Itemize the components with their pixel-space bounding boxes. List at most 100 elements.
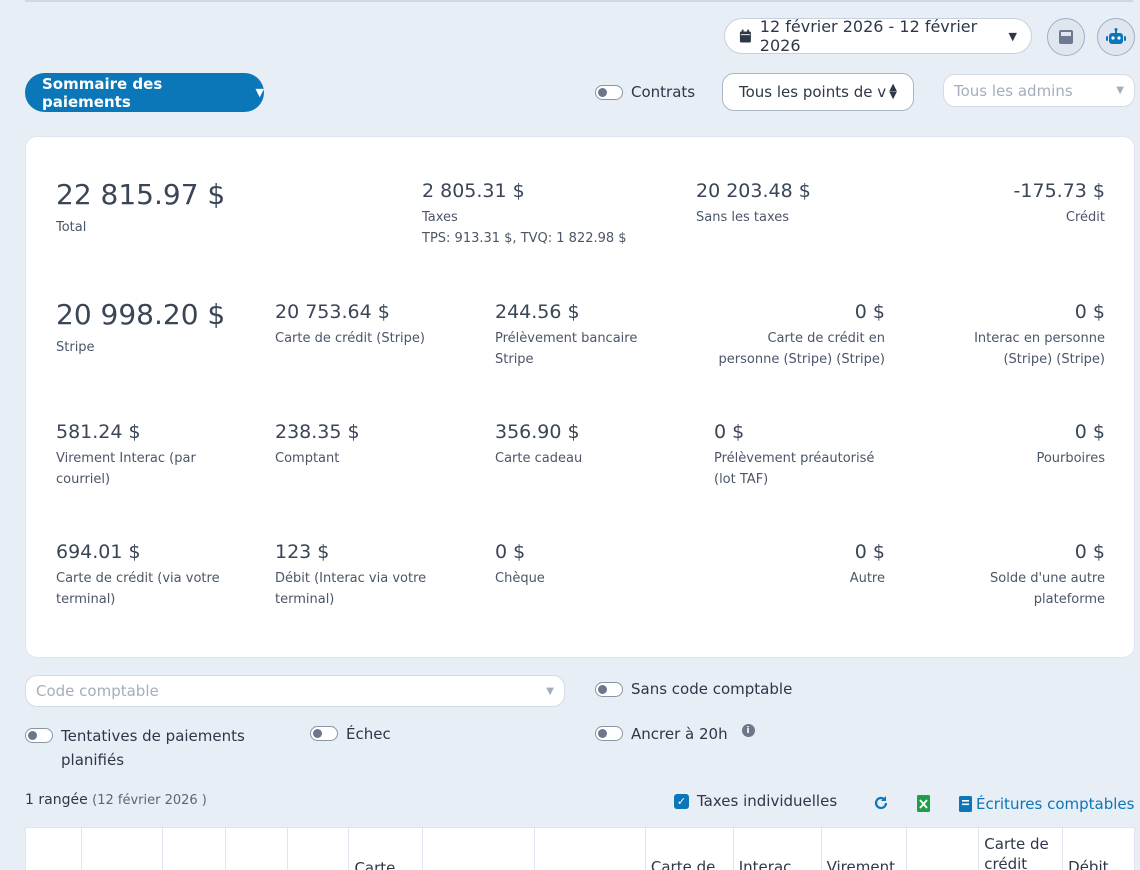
table-header-cell[interactable] bbox=[163, 828, 226, 870]
calendar-icon bbox=[739, 29, 751, 42]
stat-label: Prélèvement préautorisé bbox=[714, 451, 875, 466]
scheduled-attempts-label: Tentatives de paiements planifiés bbox=[61, 724, 245, 772]
individual-taxes-row: ✓ Taxes individuelles bbox=[674, 792, 837, 810]
stat-label: Autre bbox=[849, 571, 885, 586]
accounting-entries-label: Écritures comptables bbox=[976, 795, 1135, 813]
stat-value: 0 $ bbox=[1074, 421, 1105, 443]
individual-taxes-checkbox[interactable]: ✓ bbox=[674, 793, 689, 809]
table-header-cell[interactable] bbox=[82, 828, 163, 870]
accounting-entries-link[interactable]: Écritures comptables bbox=[959, 795, 1134, 813]
stat-interac-in-person: 0 $ Interac en personne (Stripe) (Stripe… bbox=[974, 300, 1105, 370]
stat-label: Carte de crédit en bbox=[767, 331, 885, 346]
anchor-row: Ancrer à 20h i bbox=[595, 724, 755, 744]
export-excel-button[interactable] bbox=[917, 795, 930, 812]
contracts-toggle-row: Contrats bbox=[595, 83, 695, 101]
points-of-sale-value: Tous les points de v bbox=[739, 83, 887, 101]
stat-value: 0 $ bbox=[854, 301, 885, 323]
stat-label: Total bbox=[56, 220, 87, 235]
no-accounting-code-row: Sans code comptable bbox=[595, 680, 792, 698]
accounting-code-select[interactable]: Code comptable ▼ bbox=[25, 675, 565, 707]
chevron-down-icon: ▼ bbox=[1008, 29, 1017, 43]
book-icon bbox=[959, 796, 972, 812]
payments-table-header: Carte Carte de Interac Virement Carte de… bbox=[25, 827, 1135, 870]
stat-stripe-card: 20 753.64 $ Carte de crédit (Stripe) bbox=[275, 300, 425, 349]
scheduled-attempts-line2: planifiés bbox=[61, 751, 125, 769]
stat-label: Solde d'une autre bbox=[990, 571, 1105, 586]
summary-dropdown-button[interactable]: Sommaire des paiements ▼ bbox=[25, 73, 264, 112]
table-header-cell[interactable]: Carte de crédit bbox=[979, 828, 1064, 870]
stat-label: Chèque bbox=[495, 571, 545, 586]
individual-taxes-label: Taxes individuelles bbox=[697, 792, 838, 810]
failed-toggle[interactable] bbox=[310, 726, 338, 741]
table-header-cell[interactable]: Interac bbox=[734, 828, 822, 870]
top-divider bbox=[25, 0, 1133, 2]
stat-value: 238.35 $ bbox=[275, 421, 360, 443]
table-header-cell[interactable]: Débit bbox=[1063, 828, 1134, 870]
stat-label: Pourboires bbox=[1036, 451, 1105, 466]
stat-value: 581.24 $ bbox=[56, 421, 141, 443]
stat-cash: 238.35 $ Comptant bbox=[275, 420, 360, 469]
no-accounting-code-toggle[interactable] bbox=[595, 682, 623, 697]
table-header-cell[interactable] bbox=[423, 828, 536, 870]
stat-value: 0 $ bbox=[854, 541, 885, 563]
scheduled-attempts-row: Tentatives de paiements planifiés bbox=[25, 724, 245, 772]
stat-value: 694.01 $ bbox=[56, 541, 141, 563]
stat-label: Interac en personne bbox=[974, 331, 1105, 346]
table-header-cell[interactable]: Virement bbox=[822, 828, 908, 870]
updown-icon: ▲ ▼ bbox=[889, 82, 897, 101]
stat-label: Carte de crédit (Stripe) bbox=[275, 331, 425, 346]
stat-label: Comptant bbox=[275, 451, 340, 466]
payment-summary-card: 22 815.97 $ Total 2 805.31 $ Taxes TPS: … bbox=[25, 136, 1135, 658]
stat-label-line2: courriel) bbox=[56, 472, 111, 487]
refresh-button[interactable] bbox=[873, 795, 889, 811]
contracts-label: Contrats bbox=[631, 83, 696, 101]
chevron-down-icon: ▼ bbox=[546, 685, 554, 697]
accounting-code-placeholder: Code comptable bbox=[36, 682, 159, 700]
calculator-button[interactable] bbox=[1047, 18, 1085, 56]
stat-value: 22 815.97 $ bbox=[56, 178, 226, 211]
table-header-cell[interactable] bbox=[535, 828, 646, 870]
anchor-toggle[interactable] bbox=[595, 726, 623, 741]
stat-other-platform: 0 $ Solde d'une autre plateforme bbox=[990, 540, 1105, 610]
stat-value: 20 753.64 $ bbox=[275, 301, 390, 323]
points-of-sale-select[interactable]: Tous les points de v ▲ ▼ bbox=[722, 73, 914, 111]
scheduled-attempts-toggle[interactable] bbox=[25, 728, 53, 743]
table-header-cell[interactable]: Carte de bbox=[646, 828, 734, 870]
stat-stripe-debit: 244.56 $ Prélèvement bancaire Stripe bbox=[495, 300, 637, 370]
excel-icon bbox=[917, 795, 930, 812]
admins-select[interactable]: Tous les admins ▼ bbox=[943, 74, 1135, 107]
stat-label-line2: Stripe bbox=[495, 352, 534, 367]
stat-label-line2: terminal) bbox=[275, 592, 335, 607]
stat-label: Prélèvement bancaire bbox=[495, 331, 638, 346]
stat-label: Crédit bbox=[1065, 210, 1105, 225]
scheduled-attempts-line1: Tentatives de paiements bbox=[61, 727, 245, 745]
stat-label: Sans les taxes bbox=[696, 210, 790, 225]
stat-value: 20 203.48 $ bbox=[696, 180, 811, 202]
table-header-cell[interactable] bbox=[26, 828, 82, 870]
date-range-picker[interactable]: 12 février 2026 - 12 février 2026 ▼ bbox=[724, 17, 1032, 55]
stat-other: 0 $ Autre bbox=[850, 540, 885, 589]
table-header-cell[interactable]: Carte bbox=[349, 828, 424, 870]
info-icon[interactable]: i bbox=[741, 724, 755, 737]
stat-label: Débit (Interac via votre bbox=[275, 571, 427, 586]
calculator-icon bbox=[1059, 30, 1073, 44]
stat-gift-card: 356.90 $ Carte cadeau bbox=[495, 420, 582, 469]
stat-label-line2: (Stripe) (Stripe) bbox=[1003, 352, 1105, 367]
table-header-cell[interactable] bbox=[288, 828, 350, 870]
stat-value: 123 $ bbox=[275, 541, 330, 563]
date-range-text: 12 février 2026 - 12 février 2026 bbox=[759, 17, 978, 55]
table-header-cell[interactable] bbox=[226, 828, 288, 870]
stat-value: 356.90 $ bbox=[495, 421, 580, 443]
stat-value: 0 $ bbox=[714, 421, 745, 443]
stat-value: 244.56 $ bbox=[495, 301, 580, 323]
stat-credit: -175.73 $ Crédit bbox=[1014, 179, 1105, 228]
assistant-button[interactable] bbox=[1097, 18, 1135, 56]
stat-label-line2: personne (Stripe) (Stripe) bbox=[718, 352, 885, 367]
contracts-toggle[interactable] bbox=[595, 85, 623, 100]
stat-label: Taxes bbox=[422, 210, 458, 225]
failed-label: Échec bbox=[346, 725, 391, 743]
stat-interac-email: 581.24 $ Virement Interac (par courriel) bbox=[56, 420, 196, 490]
stat-taxes: 2 805.31 $ Taxes TPS: 913.31 $, TVQ: 1 8… bbox=[422, 179, 627, 249]
table-header-cell[interactable] bbox=[907, 828, 980, 870]
stat-preauthorized: 0 $ Prélèvement préautorisé (lot TAF) bbox=[714, 420, 874, 490]
